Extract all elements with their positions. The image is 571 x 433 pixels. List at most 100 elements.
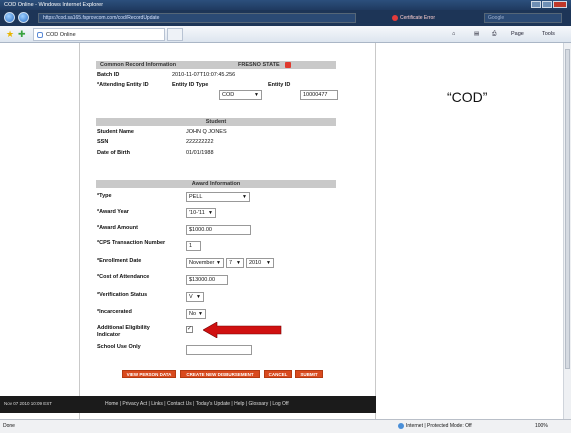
page-icon [37,32,43,38]
chevron-down-icon: ▼ [196,294,201,300]
globe-icon [398,422,404,429]
incarcerated-select[interactable]: No ▼ [186,309,206,319]
entity-id-input[interactable]: 10000477 [300,90,338,100]
view-person-data-button[interactable]: VIEW PERSON DATA [122,370,176,378]
ssn-label: SSN [97,139,109,145]
cod-annotation: “COD” [447,89,488,105]
home-icon[interactable]: ⌂ [452,29,455,40]
footer-links: Home | Privacy Act | Links | Contact Us … [105,401,289,407]
chevron-down-icon: ▼ [236,260,241,266]
close-button[interactable] [553,1,567,8]
footer-link-privacy[interactable]: Privacy Act [122,401,147,407]
award-year-select[interactable]: '10-'11 ▼ [186,208,216,218]
dob-value: 01/01/1988 [186,150,214,156]
coa-input[interactable]: $13000.00 [186,275,228,285]
award-header: Award Information [96,180,336,188]
coa-label: *Cost of Attendance [97,274,150,280]
tab-bar: ★ ✚ COD Online ⌂ ▤ ⎙ Page Tools [0,26,571,43]
entity-id-label: Entity ID [268,82,291,88]
forward-icon[interactable] [18,12,29,23]
type-label: *Type [97,193,112,199]
maximize-button[interactable] [542,1,552,8]
additional-eligibility-label-2: Indicator [97,332,121,338]
verification-select[interactable]: V ▼ [186,292,204,302]
verification-label: *Verification Status [97,292,148,298]
print-icon[interactable]: ⎙ [492,29,496,40]
common-record-header: Common Record Information FRESNO STATE [96,61,336,69]
feeds-icon[interactable]: ▤ [474,29,479,40]
tab-cod-online[interactable]: COD Online [33,28,165,41]
tools-menu[interactable]: Tools [542,29,555,40]
certificate-error[interactable]: Certificate Error [392,13,456,23]
award-year-label: *Award Year [97,209,129,215]
page-menu[interactable]: Page [511,29,524,40]
incarcerated-value: No [189,311,197,317]
student-title: Student [205,119,227,125]
alert-icon [285,62,291,68]
url-input[interactable]: https://cod.sa165.fsprovcom.com/cod/Reco… [38,13,356,23]
school-use-input[interactable] [186,345,252,355]
window-title: COD Online - Windows Internet Explorer [4,2,104,8]
footer-link-links[interactable]: Links [151,401,163,407]
add-favorites-icon[interactable]: ✚ [18,29,26,40]
footer-link-logoff[interactable]: Log Off [272,401,288,407]
create-disbursement-button[interactable]: CREATE NEW DISBURSEMENT [180,370,260,378]
batch-id-label: Batch ID [97,72,120,78]
enrollment-day-value: 7 [229,260,233,266]
enrollment-date-label: *Enrollment Date [97,258,142,264]
enrollment-year-value: 2010 [249,260,262,266]
chevron-down-icon: ▼ [216,260,221,266]
chevron-down-icon: ▼ [266,260,271,266]
enrollment-year-select[interactable]: 2010 ▼ [246,258,274,268]
vertical-scrollbar[interactable] [563,43,571,419]
footer-timestamp: Nov 07 2010 10:09 EST [4,401,53,406]
status-text: Done [3,423,15,429]
tab-label: COD Online [46,32,76,38]
school-name: FRESNO STATE [238,62,280,68]
search-input[interactable]: Google [484,13,562,23]
minimize-button[interactable] [531,1,541,8]
chevron-down-icon: ▼ [208,210,213,216]
footer-link-glossary[interactable]: Glossary [249,401,269,407]
verification-value: V [189,294,193,300]
chevron-down-icon: ▼ [198,311,203,317]
scrollbar-thumb[interactable] [565,49,570,369]
chevron-down-icon: ▼ [242,194,247,200]
annotation-arrow-icon [203,322,282,338]
favorites-star-icon[interactable]: ★ [6,29,14,40]
status-bar: Done Internet | Protected Mode: Off 100% [0,419,571,433]
cps-input[interactable]: 1 [186,241,201,251]
enrollment-month-value: November [189,260,215,266]
entity-id-type-select[interactable]: COD ▼ [219,90,262,100]
address-bar: https://cod.sa165.fsprovcom.com/cod/Reco… [0,10,571,26]
new-tab-button[interactable] [167,28,183,41]
award-amount-input[interactable]: $1000.00 [186,225,251,235]
award-title: Award Information [191,181,241,187]
school-use-label: School Use Only [97,344,141,350]
back-icon[interactable] [4,12,15,23]
enrollment-month-select[interactable]: November ▼ [186,258,224,268]
footer-link-update[interactable]: Today's Update [196,401,230,407]
footer-link-home[interactable]: Home [105,401,118,407]
common-record-title: Common Record Information [100,62,177,68]
ssn-value: 222222222 [186,139,214,145]
type-value: PELL [189,194,203,200]
zoom-level[interactable]: 100% [535,420,548,433]
additional-eligibility-label: Additional Eligibility [97,325,150,331]
footer-link-help[interactable]: Help [234,401,244,407]
batch-id-value: 2010-11-07T10:07:45.256 [172,72,236,78]
entity-id-type-value: COD [222,92,235,98]
footer-link-contact[interactable]: Contact Us [167,401,192,407]
cancel-button[interactable]: CANCEL [264,370,292,378]
additional-eligibility-checkbox[interactable]: ✓ [186,326,193,333]
type-select[interactable]: PELL ▼ [186,192,250,202]
incarcerated-label: *Incarcerated [97,309,132,315]
award-amount-label: *Award Amount [97,225,138,231]
cps-label: *CPS Transaction Number [97,240,166,246]
award-year-value: '10-'11 [189,210,205,216]
window-titlebar: COD Online - Windows Internet Explorer [0,0,571,10]
chevron-down-icon: ▼ [254,92,259,98]
submit-button[interactable]: SUBMIT [295,370,323,378]
enrollment-day-select[interactable]: 7 ▼ [226,258,244,268]
attending-entity-label: *Attending Entity ID [97,82,149,88]
